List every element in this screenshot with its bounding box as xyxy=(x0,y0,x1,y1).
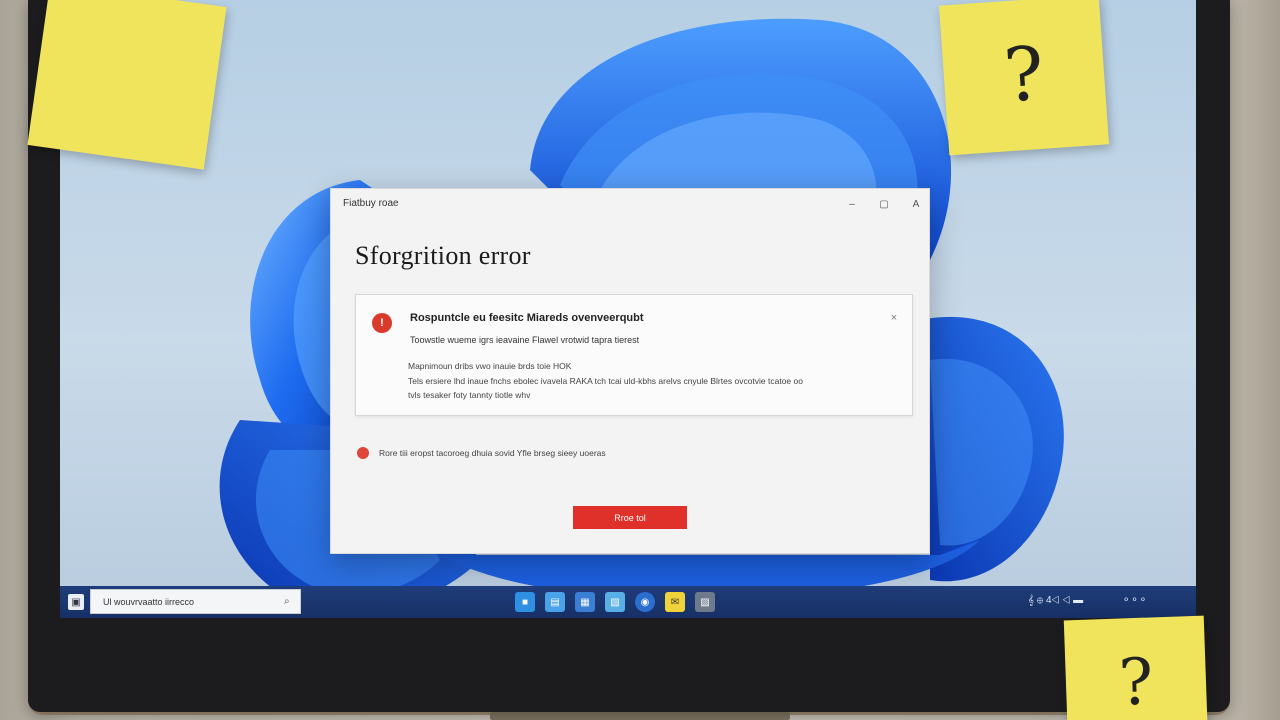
dialog-heading: Sforgrition error xyxy=(355,241,531,270)
close-button[interactable]: A xyxy=(907,195,925,213)
clock[interactable]: ⚬⚬⚬ xyxy=(1122,595,1147,606)
primary-action-button[interactable]: Rroe tol xyxy=(573,506,687,529)
monitor-stand xyxy=(490,712,790,720)
error-card-subtitle: Toowstle wueme igrs ieavaine Flawel vrot… xyxy=(410,335,640,345)
maximize-button[interactable]: ▢ xyxy=(875,195,893,213)
edge-icon[interactable]: ◉ xyxy=(635,592,655,612)
minimize-button[interactable]: – xyxy=(843,195,861,213)
detail-line: Tels ersiere lhd inaue fnchs ebolec ivav… xyxy=(408,375,803,386)
sticky-note-question: ? xyxy=(1063,615,1209,720)
search-icon: ⌕ xyxy=(284,596,290,607)
detail-line: Mapnimoun dribs vwo inauie brds toie HOK xyxy=(408,361,572,371)
file-explorer-icon[interactable]: ■ xyxy=(515,592,535,612)
error-card: ! Rospuntcle eu feesitc Miareds ovenveer… xyxy=(355,294,913,416)
widgets-icon[interactable]: ▣ xyxy=(68,594,84,610)
taskbar-search[interactable]: Ul wouvrvaatto iirrecco ⌕ xyxy=(90,589,301,614)
taskbar: ▣ Ul wouvrvaatto iirrecco ⌕ ■ ▤ ▦ ▧ ◉ ✉ … xyxy=(60,586,1196,618)
gallery-icon[interactable]: ▨ xyxy=(695,592,715,612)
error-card-title: Rospuntcle eu feesitc Miareds ovenveerqu… xyxy=(410,312,644,324)
dialog-titlebar: Fiatbuy roae – ▢ A xyxy=(331,189,929,219)
photos-icon[interactable]: ▧ xyxy=(605,592,625,612)
window-title: Fiatbuy roae xyxy=(343,198,399,209)
sticky-note xyxy=(27,0,227,170)
error-card-detail: Mapnimoun dribs vwo inauie brds toie HOK… xyxy=(408,359,888,403)
store-icon[interactable]: ▦ xyxy=(575,592,595,612)
dismiss-icon[interactable]: × xyxy=(887,311,901,325)
search-text: Ul wouvrvaatto iirrecco xyxy=(103,597,195,607)
sticky-note-question: ? xyxy=(938,0,1110,156)
mail-icon[interactable]: ✉ xyxy=(665,592,685,612)
note-text: Rore tiii eropst tacoroeg dhuia sovid Yf… xyxy=(379,448,606,458)
warning-dot-icon xyxy=(357,447,369,459)
browser-icon[interactable]: ▤ xyxy=(545,592,565,612)
system-tray[interactable]: 𝄞 ⊕ 4◁ ◁ ▬ xyxy=(1028,595,1083,606)
error-dialog: Fiatbuy roae – ▢ A Sforgrition error ! R… xyxy=(330,188,930,554)
detail-line: tvls tesaker foty tannty tiotle whv xyxy=(408,390,531,400)
error-icon: ! xyxy=(372,313,392,333)
